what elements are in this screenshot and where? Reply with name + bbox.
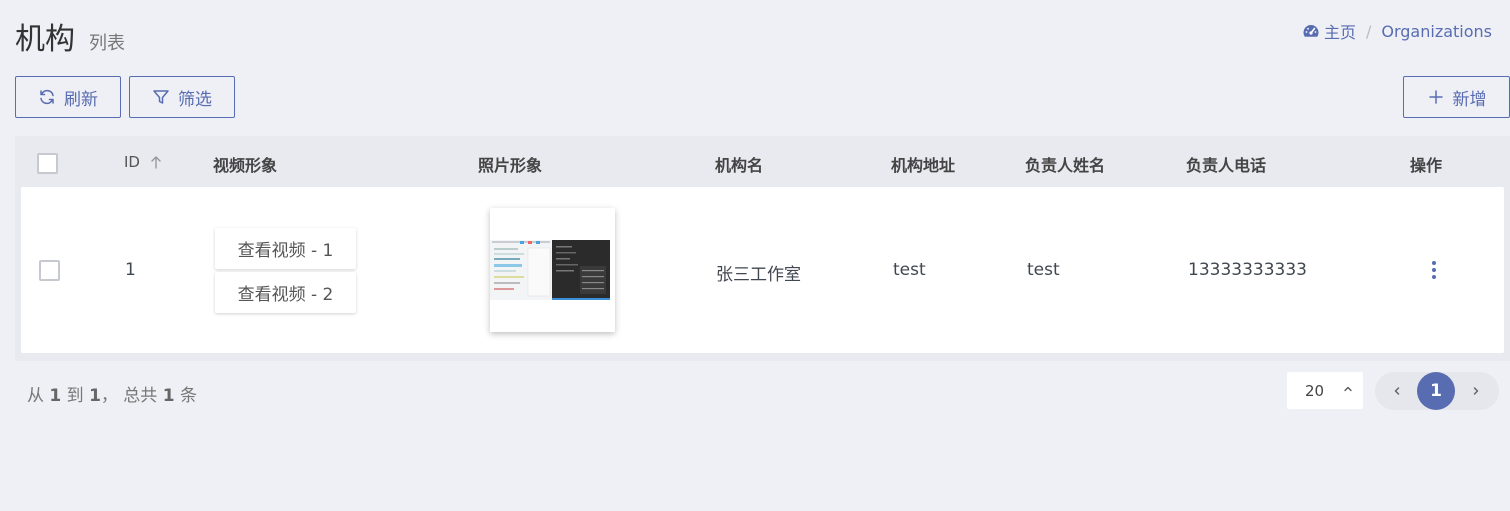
view-video-2-button[interactable]: 查看视频 - 2 — [215, 272, 356, 313]
per-page-value: 20 — [1305, 381, 1325, 400]
breadcrumb-current: Organizations — [1381, 21, 1492, 41]
page-title-text: 机构 — [15, 22, 75, 57]
breadcrumb-separator: / — [1365, 21, 1372, 41]
filter-button-label: 筛选 — [178, 89, 212, 110]
refresh-button[interactable]: 刷新 — [15, 76, 121, 118]
page-button-current[interactable]: 1 — [1417, 372, 1455, 410]
chevron-up-icon — [1344, 386, 1352, 392]
plus-icon — [1428, 90, 1443, 104]
chevron-left-icon — [1394, 387, 1400, 395]
column-id-label: ID — [124, 153, 140, 171]
page-title: 机构 列表 — [15, 14, 125, 58]
prev-page-button[interactable] — [1387, 381, 1407, 401]
filter-button[interactable]: 筛选 — [129, 76, 235, 118]
sort-arrow-up-icon[interactable] — [150, 155, 162, 169]
view-video-1-button[interactable]: 查看视频 - 1 — [215, 228, 356, 269]
column-contact-phone-header: 负责人电话 — [1186, 156, 1267, 175]
column-contact-name-header: 负责人姓名 — [1025, 156, 1106, 175]
row-contact-name: test — [1027, 260, 1060, 280]
table-row: 1 查看视频 - 1 查看视频 - 2 张三工作室 test test 1333… — [21, 187, 1504, 353]
pagination: 1 — [1375, 372, 1499, 410]
table-header: ID 视频形象 照片形象 机构名 机构地址 负责人姓名 负责人电话 操作 — [15, 136, 1510, 186]
row-contact-phone: 13333333333 — [1188, 260, 1307, 280]
add-button[interactable]: 新增 — [1403, 76, 1510, 118]
next-page-button[interactable] — [1466, 381, 1486, 401]
breadcrumb-home-link[interactable]: 主页 — [1324, 19, 1356, 43]
filter-icon — [153, 90, 169, 104]
refresh-icon — [40, 89, 54, 105]
page-subtitle: 列表 — [89, 33, 125, 54]
column-photo-header: 照片形象 — [478, 156, 543, 175]
refresh-button-label: 刷新 — [64, 89, 98, 110]
row-checkbox[interactable] — [39, 260, 60, 281]
data-table: ID 视频形象 照片形象 机构名 机构地址 负责人姓名 负责人电话 操作 1 查… — [15, 136, 1510, 361]
tachometer-icon — [1302, 22, 1320, 40]
add-button-label: 新增 — [1452, 89, 1487, 110]
column-address-header: 机构地址 — [891, 156, 956, 175]
row-id: 1 — [125, 260, 136, 280]
select-all-checkbox[interactable] — [37, 153, 58, 174]
row-org-address: test — [893, 260, 926, 280]
row-actions-menu-icon[interactable] — [1430, 261, 1438, 279]
photo-thumbnail[interactable] — [490, 208, 615, 332]
pagination-summary: 从 1 到 1， 总共 1 条 — [27, 386, 197, 406]
screenshot-thumbnail-image — [490, 240, 610, 300]
column-id-header[interactable]: ID — [124, 153, 162, 171]
chevron-right-icon — [1473, 387, 1479, 395]
column-name-header: 机构名 — [715, 156, 764, 175]
per-page-select[interactable]: 20 — [1287, 372, 1363, 409]
breadcrumb: 主页 / Organizations — [1302, 19, 1492, 43]
column-video-header: 视频形象 — [213, 156, 278, 175]
row-org-name: 张三工作室 — [716, 265, 801, 285]
column-actions-header: 操作 — [1410, 156, 1443, 175]
